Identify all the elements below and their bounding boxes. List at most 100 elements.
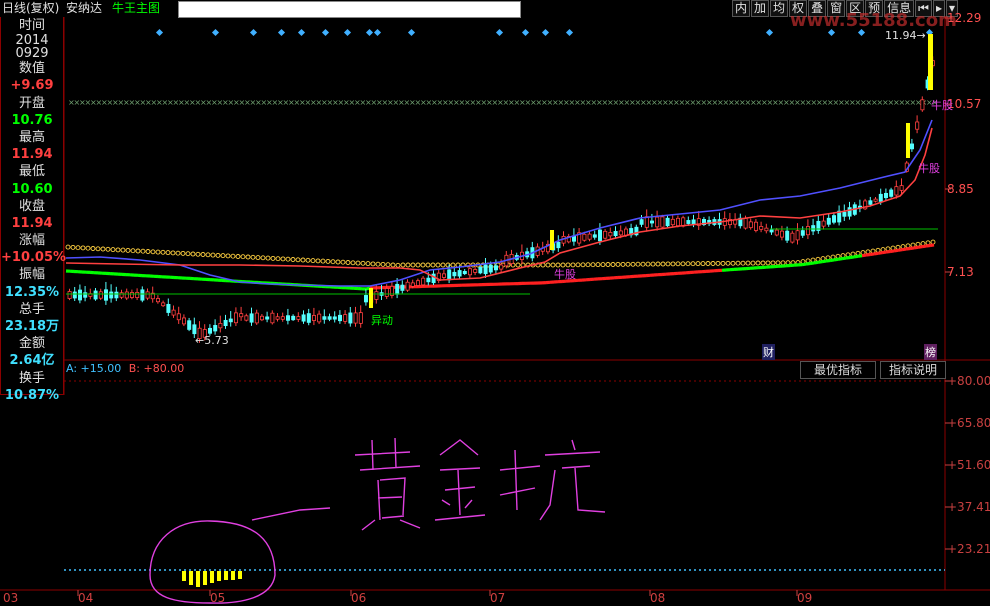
candle-body (800, 230, 805, 236)
candle-body (265, 316, 270, 320)
signal-diamond (249, 28, 258, 37)
dotted-ma-point (625, 261, 631, 267)
candle-body (655, 216, 660, 228)
dotted-ma-point (275, 256, 281, 262)
dotted-ma-point (280, 256, 286, 262)
dotted-ma-point (160, 249, 166, 255)
dotted-ma-point (750, 260, 756, 266)
dotted-ma-point (640, 261, 646, 267)
dotted-ma-point (130, 248, 136, 254)
candle-body (400, 284, 405, 291)
candle-body (228, 318, 233, 323)
candle-body (332, 316, 337, 320)
green-ma-segment (885, 249, 891, 254)
signal-diamond (765, 28, 774, 37)
dotted-ma-point (260, 255, 266, 261)
cai-badge[interactable]: 财 (762, 344, 775, 360)
green-ma-segment (925, 243, 931, 248)
candle-body (233, 312, 238, 324)
yidong-label: 异动 (371, 314, 393, 327)
candle-body (650, 220, 655, 224)
indicator-axis-label: +37.41 (947, 500, 990, 514)
dotted-ma-point (210, 252, 216, 258)
candle-body (743, 217, 748, 229)
dotted-ma-point (780, 260, 786, 266)
info-label-volume: 总手 (18, 301, 45, 317)
kline-chart[interactable]: ××××××××××××××××××××××××××××××××××××××××… (0, 0, 990, 606)
candle-body (826, 217, 831, 225)
green-ma-segment (825, 258, 831, 263)
candle-body (613, 231, 618, 237)
candle-body (878, 193, 883, 202)
candle-body (488, 264, 493, 273)
dotted-ma-point (215, 252, 221, 258)
indicator-b-label: B: (128, 362, 141, 375)
dotted-ma-point (430, 262, 436, 268)
candle-body (889, 189, 894, 197)
info-label-turnover: 换手 (18, 370, 45, 386)
candle-body (676, 217, 681, 227)
candle-body (806, 226, 811, 236)
dotted-ma-point (635, 261, 641, 267)
dotted-ma-point (145, 249, 151, 254)
candle-body (832, 215, 837, 223)
info-label-open: 开盘 (18, 95, 45, 111)
indicator-axis-label: +51.60 (947, 458, 990, 472)
best-indicator-button[interactable]: 最优指标 (800, 361, 877, 379)
candle-body (868, 200, 873, 205)
dotted-ma-point (745, 260, 751, 266)
dotted-ma-point (665, 261, 671, 267)
green-ma-segment (877, 251, 883, 255)
candle-body (244, 315, 249, 321)
indicator-axis-label: +23.21 (947, 542, 990, 556)
dotted-ma-point (605, 262, 611, 267)
dotted-ma-point (580, 262, 586, 268)
info-label-time: 时间 (18, 18, 45, 33)
candle-body (119, 292, 124, 298)
indicator-a-label: A: (66, 362, 78, 375)
candle-body (644, 216, 649, 228)
candle-body (811, 225, 816, 232)
green-ma-segment (857, 254, 863, 258)
candle-body (780, 230, 785, 238)
candle-body (473, 269, 478, 273)
info-value-date: 0929 (15, 46, 49, 62)
dotted-ma-point (515, 262, 521, 268)
blue-ma-line (65, 119, 933, 287)
dotted-ma-point (685, 261, 691, 267)
dotted-ma-point (440, 262, 446, 268)
dotted-ma-point (765, 260, 771, 266)
dotted-ma-point (700, 261, 706, 267)
dotted-ma-point (355, 260, 361, 266)
dotted-ma-point (295, 257, 301, 263)
dotted-ma-point (415, 262, 421, 268)
dotted-ma-point (420, 262, 426, 268)
dotted-ma-point (575, 262, 581, 268)
candle-body (280, 316, 285, 320)
indicator-help-button[interactable]: 指标说明 (880, 361, 947, 379)
info-panel: 时间 2014 0929 数值 +9.69 开盘 10.76 最高 11.94 … (0, 17, 66, 403)
green-ma-segment (861, 253, 867, 258)
dotted-ma-point (425, 262, 431, 268)
info-value-amplitude: 12.35% (4, 284, 60, 300)
cross-marker-line: ××××××××××××××××××××××××××××××××××××××××… (68, 98, 938, 107)
candle-body (275, 316, 280, 320)
signal-diamond (321, 28, 330, 37)
candle-body (894, 186, 899, 196)
green-ma-segment (901, 247, 907, 252)
dotted-ma-point (285, 256, 291, 262)
dotted-ma-point (120, 247, 126, 253)
candle-body (109, 291, 114, 299)
candle-body (899, 185, 904, 191)
bang-badge[interactable]: 榜 (924, 344, 937, 360)
indicator-bar (210, 571, 214, 583)
candle-body (603, 230, 608, 239)
dotted-ma-point (90, 246, 96, 251)
candle-body (161, 302, 166, 307)
dotted-ma-point (410, 262, 416, 268)
dotted-ma-point (655, 261, 661, 267)
candle-body (660, 216, 665, 228)
date-axis-label: 05 (210, 591, 226, 605)
green-ma-segment (849, 255, 855, 260)
dotted-ma-point (545, 262, 551, 268)
